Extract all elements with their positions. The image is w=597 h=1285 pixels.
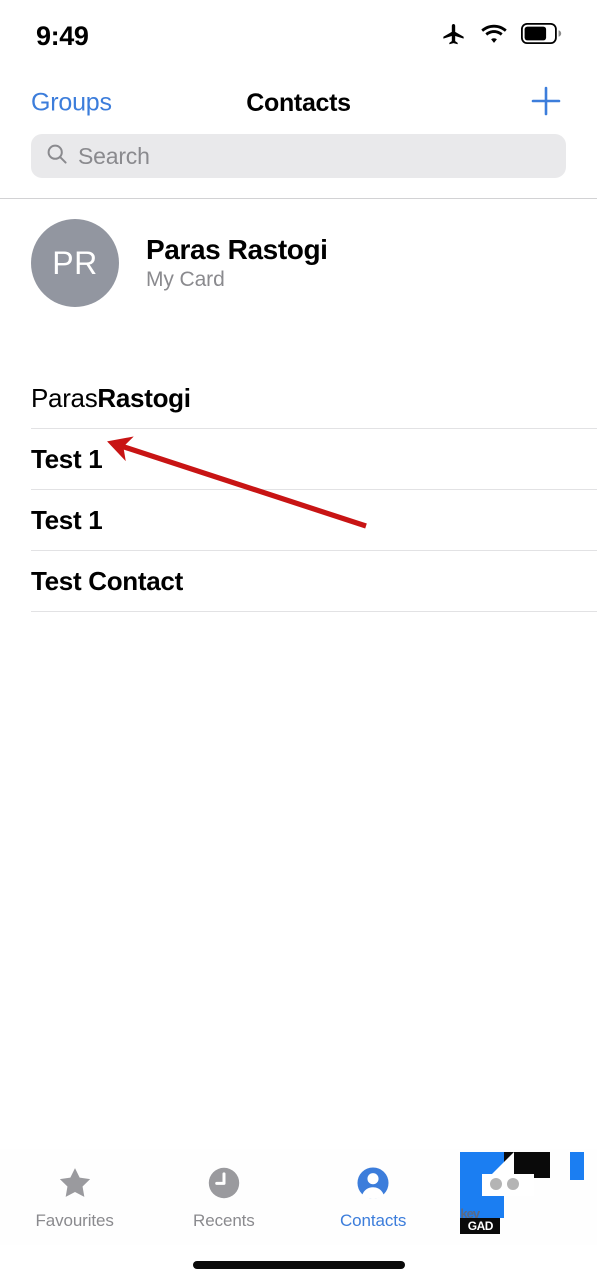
search-input[interactable]: Search bbox=[31, 134, 566, 178]
wifi-icon bbox=[480, 23, 508, 50]
tab-label-recents: Recents bbox=[193, 1211, 255, 1230]
search-icon bbox=[45, 142, 69, 171]
avatar: PR bbox=[31, 219, 119, 307]
empty-list-area bbox=[0, 612, 597, 1149]
my-card-name: Paras Rastogi bbox=[146, 234, 328, 265]
list-item[interactable]: Paras Rastogi bbox=[0, 368, 597, 428]
list-item[interactable]: Test Contact bbox=[0, 551, 597, 611]
tab-recents[interactable]: Recents bbox=[149, 1149, 298, 1245]
spacer-below-my-card bbox=[0, 327, 597, 368]
my-card-row[interactable]: PR Paras Rastogi My Card bbox=[0, 199, 597, 327]
glitch-watermark-bottom: GAD bbox=[460, 1218, 501, 1234]
tab-bar: Favourites Recents Contacts kev GAD bbox=[0, 1149, 597, 1245]
add-contact-button[interactable] bbox=[528, 85, 564, 121]
tab-label-favourites: Favourites bbox=[35, 1211, 114, 1230]
contacts-list: Paras Rastogi Test 1 Test 1 Test Contact bbox=[0, 368, 597, 612]
status-bar-time: 9:49 bbox=[36, 20, 89, 51]
home-indicator-area bbox=[0, 1245, 597, 1285]
my-card-text: Paras Rastogi My Card bbox=[146, 234, 328, 292]
glitch-bar-blue-right bbox=[570, 1152, 585, 1180]
plus-icon bbox=[529, 84, 563, 123]
contact-last-name: Rastogi bbox=[97, 382, 191, 413]
status-bar-icons bbox=[440, 20, 563, 52]
contact-last-name: Test Contact bbox=[31, 565, 183, 596]
my-card-subtitle: My Card bbox=[146, 268, 225, 291]
groups-button[interactable]: Groups bbox=[31, 89, 112, 118]
tab-label-contacts: Contacts bbox=[339, 1211, 407, 1230]
status-bar: 9:49 bbox=[0, 0, 597, 72]
navigation-bar: Groups Contacts bbox=[0, 72, 597, 134]
contact-first-name: Paras bbox=[31, 382, 98, 413]
list-item[interactable]: Test 1 bbox=[0, 490, 597, 550]
star-icon bbox=[55, 1163, 95, 1203]
iphone-screen: 9:49 Groups Contacts Search PR Paras Ras… bbox=[0, 0, 597, 1285]
home-indicator[interactable] bbox=[192, 1261, 405, 1269]
clock-icon bbox=[204, 1163, 244, 1203]
avatar-initials: PR bbox=[52, 244, 98, 281]
glitched-keypad-icon: kev GAD bbox=[460, 1150, 585, 1236]
contact-last-name: Test 1 bbox=[31, 443, 103, 474]
contact-last-name: Test 1 bbox=[31, 504, 103, 535]
search-bar-container: Search bbox=[0, 134, 597, 198]
tab-keypad-glitched[interactable]: kev GAD bbox=[448, 1149, 597, 1245]
airplane-mode-icon bbox=[440, 20, 467, 52]
tab-favourites[interactable]: Favourites bbox=[0, 1149, 149, 1245]
person-circle-icon bbox=[353, 1163, 393, 1203]
list-item[interactable]: Test 1 bbox=[0, 429, 597, 489]
battery-icon bbox=[520, 22, 563, 49]
search-placeholder: Search bbox=[78, 142, 150, 169]
tab-contacts[interactable]: Contacts bbox=[299, 1149, 448, 1245]
